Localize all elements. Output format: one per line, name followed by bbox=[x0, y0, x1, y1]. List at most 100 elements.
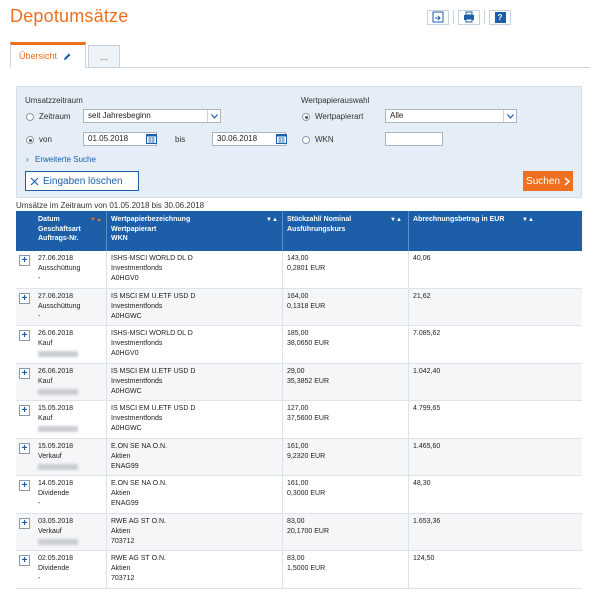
von-date-value: 01.05.2018 bbox=[88, 134, 129, 143]
header-col-wertpapier[interactable]: Wertpapierbezeichnung Wertpapierart WKN bbox=[111, 215, 190, 244]
help-button[interactable]: ? bbox=[489, 9, 511, 25]
erweiterte-suche-link[interactable]: Erweiterte Suche bbox=[35, 155, 96, 164]
zeitraum-select[interactable]: seit Jahresbeginn bbox=[83, 109, 221, 123]
table-row[interactable]: + 03.05.2018 Verkauf RWE AG ST O.N. Akti… bbox=[16, 513, 582, 551]
expand-row-icon[interactable]: + bbox=[19, 442, 30, 454]
column-divider bbox=[106, 288, 107, 325]
table-row[interactable]: + 27.06.2018 Ausschüttung - IS MSCI EM U… bbox=[16, 288, 582, 326]
close-icon bbox=[30, 177, 39, 185]
von-bis-radio[interactable] bbox=[26, 136, 34, 144]
column-divider bbox=[106, 438, 107, 475]
export-csv-button[interactable] bbox=[427, 9, 449, 25]
cell-wertpapier: IS MSCI EM U.ETF USD D Investmentfonds A… bbox=[111, 367, 196, 395]
table-row[interactable]: + 26.06.2018 Kauf ISHS-MSCI WORLD DL D I… bbox=[16, 326, 582, 364]
cell-datum: 15.05.2018 Verkauf bbox=[38, 442, 78, 474]
wertpapierart-radio[interactable] bbox=[302, 113, 310, 121]
sort-icon[interactable]: ▼▲ bbox=[90, 217, 102, 223]
print-icon bbox=[464, 11, 474, 23]
pencil-icon[interactable] bbox=[63, 52, 72, 61]
header-col-betrag[interactable]: Abrechnungsbetrag in EUR bbox=[413, 215, 504, 225]
filter-panel: Umsatzzeitraum Zeitraum seit Jahresbegin… bbox=[16, 86, 582, 198]
chevron-down-icon bbox=[207, 110, 220, 122]
table-row[interactable]: + 26.06.2018 Kauf IS MSCI EM U.ETF USD D… bbox=[16, 363, 582, 401]
header-col-datum[interactable]: Datum Geschäftsart Auftrags-Nr. bbox=[38, 215, 81, 244]
cell-datum: 26.06.2018 Kauf bbox=[38, 329, 78, 361]
sort-icon[interactable]: ▼▲ bbox=[522, 217, 534, 223]
wkn-input[interactable] bbox=[385, 132, 443, 146]
cell-wertpapier: E.ON SE NA O.N. Aktien ENAG99 bbox=[111, 442, 168, 470]
column-divider bbox=[408, 513, 409, 550]
expand-row-icon[interactable]: + bbox=[19, 555, 30, 566]
print-button[interactable] bbox=[458, 9, 480, 25]
column-divider bbox=[282, 251, 283, 288]
help-icon: ? bbox=[494, 11, 506, 23]
redacted-order-number bbox=[38, 538, 78, 545]
column-divider bbox=[106, 476, 107, 513]
column-divider bbox=[408, 326, 409, 363]
cell-datum: 14.05.2018 Dividende - bbox=[38, 480, 74, 507]
column-divider bbox=[282, 211, 283, 251]
bis-label: bis bbox=[175, 135, 186, 144]
column-divider bbox=[408, 288, 409, 325]
table-row[interactable]: + 15.05.2018 Kauf IS MSCI EM U.ETF USD D… bbox=[16, 401, 582, 439]
cell-stueckzahl: 127,00 37,5600 EUR bbox=[287, 405, 330, 422]
cell-datum: 27.06.2018 Ausschüttung - bbox=[38, 255, 81, 282]
calendar-icon[interactable] bbox=[275, 133, 288, 145]
bis-date-value: 30.06.2018 bbox=[217, 134, 258, 143]
wkn-radio[interactable] bbox=[302, 136, 310, 144]
sort-icon[interactable]: ▼▲ bbox=[266, 217, 278, 223]
expand-row-icon[interactable]: + bbox=[19, 405, 30, 416]
column-divider bbox=[408, 211, 409, 251]
expand-row-icon[interactable]: + bbox=[19, 292, 30, 304]
expand-row-icon[interactable]: + bbox=[19, 367, 30, 379]
cell-wertpapier: E.ON SE NA O.N. Aktien ENAG99 bbox=[111, 480, 168, 507]
cell-datum: 15.05.2018 Kauf bbox=[38, 404, 78, 436]
toolbar-divider bbox=[453, 10, 454, 24]
column-divider bbox=[106, 251, 107, 288]
chevron-down-icon bbox=[503, 110, 516, 122]
chevron-right-icon bbox=[564, 176, 570, 186]
wertpapierart-select[interactable]: Alle bbox=[385, 109, 517, 123]
cell-wertpapier: ISHS-MSCI WORLD DL D Investmentfonds A0H… bbox=[111, 255, 193, 282]
expand-row-icon[interactable]: + bbox=[19, 330, 30, 341]
table-row[interactable]: + 15.05.2018 Verkauf E.ON SE NA O.N. Akt… bbox=[16, 438, 582, 476]
cell-betrag: 48,30 bbox=[413, 480, 431, 487]
column-divider bbox=[106, 326, 107, 363]
cell-betrag: 21,62 bbox=[413, 292, 431, 300]
suchen-button[interactable]: Suchen bbox=[523, 171, 573, 191]
cell-stueckzahl: 161,00 9,2320 EUR bbox=[287, 442, 326, 460]
redacted-order-number bbox=[38, 426, 78, 432]
clear-button-label: Eingaben löschen bbox=[43, 175, 123, 187]
zeitraum-radio[interactable] bbox=[26, 113, 34, 121]
column-divider bbox=[282, 513, 283, 550]
column-divider bbox=[282, 438, 283, 475]
tab-more[interactable]: ... bbox=[88, 45, 120, 68]
table-header: Datum Geschäftsart Auftrags-Nr. ▼▲ Wertp… bbox=[16, 211, 582, 251]
column-divider bbox=[106, 551, 107, 588]
cell-betrag: 1.653,36 bbox=[413, 517, 441, 525]
header-col-stueckzahl[interactable]: Stückzahl/ Nominal Ausführungskurs bbox=[287, 215, 351, 234]
cell-betrag: 7.085,62 bbox=[413, 330, 441, 337]
sort-icon[interactable]: ▼▲ bbox=[390, 217, 402, 223]
table-row[interactable]: + 02.05.2018 Dividende - RWE AG ST O.N. … bbox=[16, 551, 582, 589]
column-divider bbox=[106, 211, 107, 251]
table-row[interactable]: + 14.05.2018 Dividende - E.ON SE NA O.N.… bbox=[16, 476, 582, 514]
column-divider bbox=[408, 401, 409, 438]
column-divider bbox=[106, 363, 107, 400]
expand-row-icon[interactable]: + bbox=[19, 480, 30, 491]
cell-stueckzahl: 29,00 35,3852 EUR bbox=[287, 367, 330, 385]
tab-label: ... bbox=[100, 51, 108, 62]
period-summary: Umsätze im Zeitraum von 01.05.2018 bis 3… bbox=[16, 201, 205, 210]
eingaben-loeschen-button[interactable]: Eingaben löschen bbox=[25, 171, 139, 191]
column-divider bbox=[106, 513, 107, 550]
expand-row-icon[interactable]: + bbox=[19, 517, 30, 529]
calendar-icon[interactable] bbox=[145, 133, 158, 145]
table-row[interactable]: + 27.06.2018 Ausschüttung - ISHS-MSCI WO… bbox=[16, 251, 582, 289]
wertpapierart-select-value: Alle bbox=[390, 111, 404, 120]
expand-row-icon[interactable]: + bbox=[19, 255, 30, 266]
redacted-order-number bbox=[38, 388, 78, 395]
wertpapierauswahl-label: Wertpapierauswahl bbox=[301, 96, 370, 105]
zeitraum-select-value: seit Jahresbeginn bbox=[88, 111, 151, 120]
toolbar: ? bbox=[427, 9, 511, 25]
tab-uebersicht[interactable]: Übersicht bbox=[10, 42, 86, 68]
